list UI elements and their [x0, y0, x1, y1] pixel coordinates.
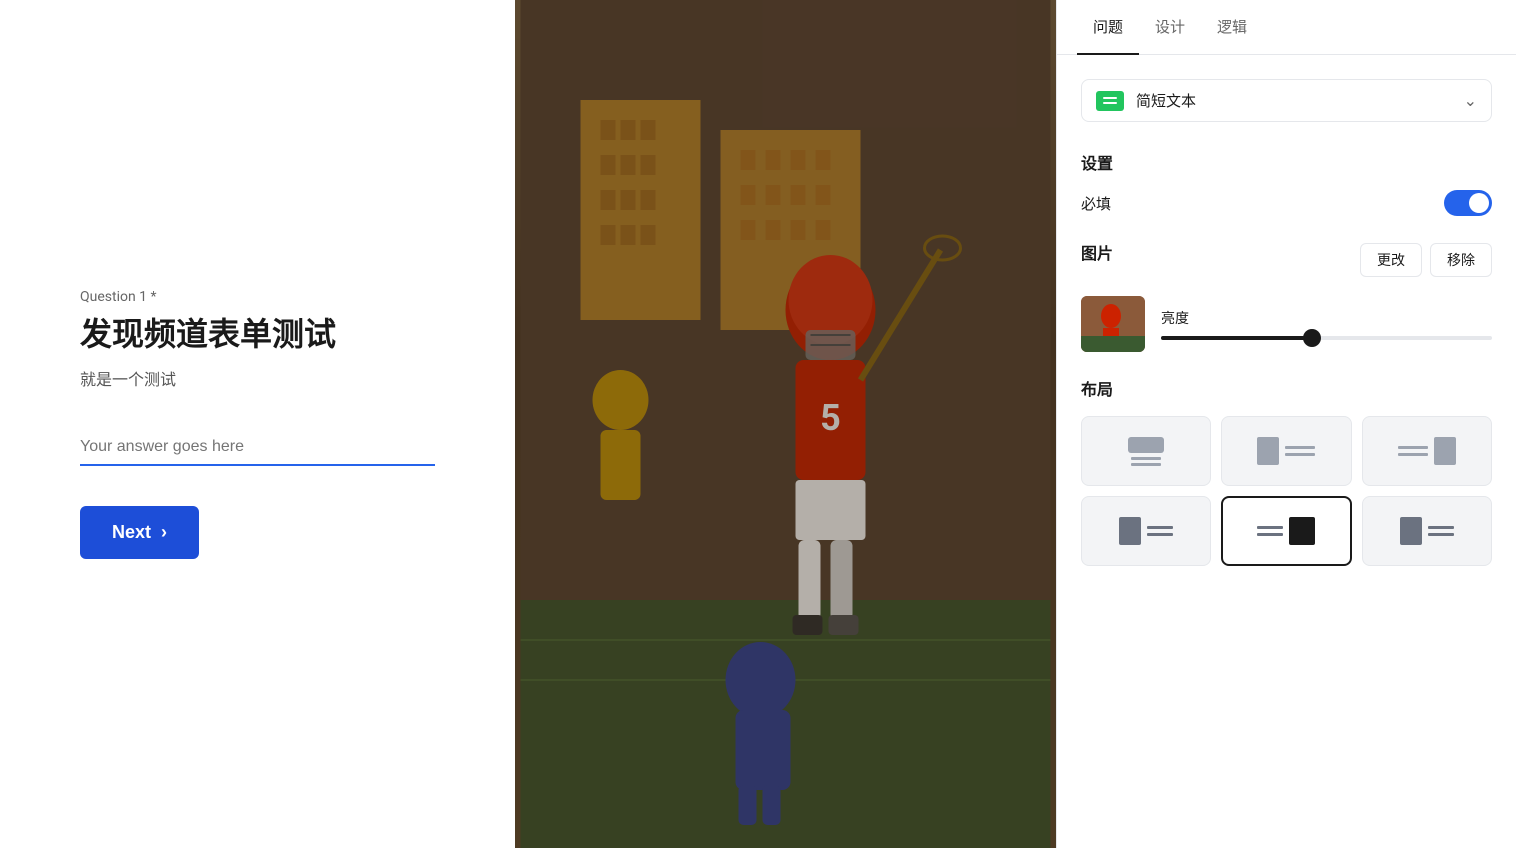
answer-input[interactable]: [80, 430, 435, 466]
slider-fill: [1161, 336, 1310, 340]
layout-line-1: [1398, 446, 1428, 449]
image-section-header: 图片 更改 移除: [1081, 240, 1492, 280]
lacrosse-image: 5: [515, 0, 1056, 848]
layout-line-2: [1257, 533, 1283, 536]
toggle-knob: [1469, 193, 1489, 213]
brightness-label: 亮度: [1161, 308, 1492, 328]
layout-selected-icon: [1257, 517, 1315, 545]
layout-rect: [1257, 437, 1279, 465]
right-content: 简短文本 ⌄ 设置 必填 图片 更改 移除: [1057, 55, 1516, 848]
right-panel: 问题 设计 逻辑 简短文本 ⌄ 设置 必填 图片: [1056, 0, 1516, 848]
background-image-panel: 5: [515, 0, 1056, 848]
layout-line-1: [1147, 526, 1173, 529]
layout-dark-left-icon: [1119, 517, 1173, 545]
image-thumbnail: [1081, 296, 1145, 352]
layout-option-top[interactable]: [1081, 416, 1211, 486]
chevron-right-icon: ›: [161, 522, 167, 543]
layout-right-icon: [1398, 437, 1456, 465]
layout-title: 布局: [1081, 376, 1492, 400]
brightness-slider[interactable]: [1161, 336, 1492, 340]
layout-left-icon: [1257, 437, 1315, 465]
settings-title: 设置: [1081, 150, 1492, 174]
layout-lines: [1398, 446, 1428, 456]
left-panel: Question 1 * 发现频道表单测试 就是一个测试 Next ›: [0, 0, 515, 848]
layout-line-2: [1131, 463, 1161, 466]
layout-rect: [1128, 437, 1164, 453]
required-label: 必填: [1081, 193, 1111, 214]
layout-line-1: [1131, 457, 1161, 460]
layout-option-left[interactable]: [1221, 416, 1351, 486]
layout-lines: [1285, 446, 1315, 456]
type-label: 简短文本: [1136, 90, 1464, 111]
tab-logic[interactable]: 逻辑: [1201, 0, 1263, 55]
image-section: 图片 更改 移除 亮度: [1081, 240, 1492, 352]
layout-lines: [1147, 526, 1173, 536]
layout-lines: [1428, 526, 1454, 536]
layout-dark-right-icon: [1400, 517, 1454, 545]
image-actions: 更改 移除: [1360, 243, 1492, 277]
image-label: 图片: [1081, 240, 1113, 264]
layout-lines: [1257, 526, 1283, 536]
brightness-section: 亮度: [1161, 308, 1492, 340]
type-icon-line-1: [1103, 97, 1117, 99]
tab-question[interactable]: 问题: [1077, 0, 1139, 55]
layout-line-1: [1428, 526, 1454, 529]
layout-top-icon: [1128, 437, 1164, 466]
image-preview-row: 亮度: [1081, 296, 1492, 352]
question-label: Question 1 *: [80, 289, 435, 305]
layout-lines: [1131, 457, 1161, 466]
type-icon-line-2: [1103, 102, 1117, 104]
slider-knob: [1303, 329, 1321, 347]
layout-line-2: [1428, 533, 1454, 536]
layout-option-dark-left[interactable]: [1081, 496, 1211, 566]
layout-line-1: [1257, 526, 1283, 529]
remove-image-button[interactable]: 移除: [1430, 243, 1492, 277]
chevron-down-icon: ⌄: [1464, 91, 1477, 110]
layout-section: 布局: [1081, 376, 1492, 566]
type-icon-lines: [1103, 97, 1117, 104]
layout-rect-dark: [1289, 517, 1315, 545]
type-selector[interactable]: 简短文本 ⌄: [1081, 79, 1492, 122]
layout-option-right[interactable]: [1362, 416, 1492, 486]
layout-line-1: [1285, 446, 1315, 449]
layout-option-dark-center[interactable]: [1362, 496, 1492, 566]
question-title: 发现频道表单测试: [80, 315, 435, 353]
layout-rect: [1434, 437, 1456, 465]
required-toggle[interactable]: [1444, 190, 1492, 216]
layout-option-selected[interactable]: [1221, 496, 1351, 566]
next-label: Next: [112, 522, 151, 543]
layout-rect: [1400, 517, 1422, 545]
question-subtitle: 就是一个测试: [80, 366, 435, 390]
layout-line-2: [1147, 533, 1173, 536]
type-icon: [1096, 91, 1124, 111]
layout-grid: [1081, 416, 1492, 566]
layout-rect: [1119, 517, 1141, 545]
layout-line-2: [1398, 453, 1428, 456]
tab-design[interactable]: 设计: [1139, 0, 1201, 55]
tabs-container: 问题 设计 逻辑: [1057, 0, 1516, 55]
next-button[interactable]: Next ›: [80, 506, 199, 559]
change-image-button[interactable]: 更改: [1360, 243, 1422, 277]
required-setting-row: 必填: [1081, 190, 1492, 216]
layout-line-2: [1285, 453, 1315, 456]
